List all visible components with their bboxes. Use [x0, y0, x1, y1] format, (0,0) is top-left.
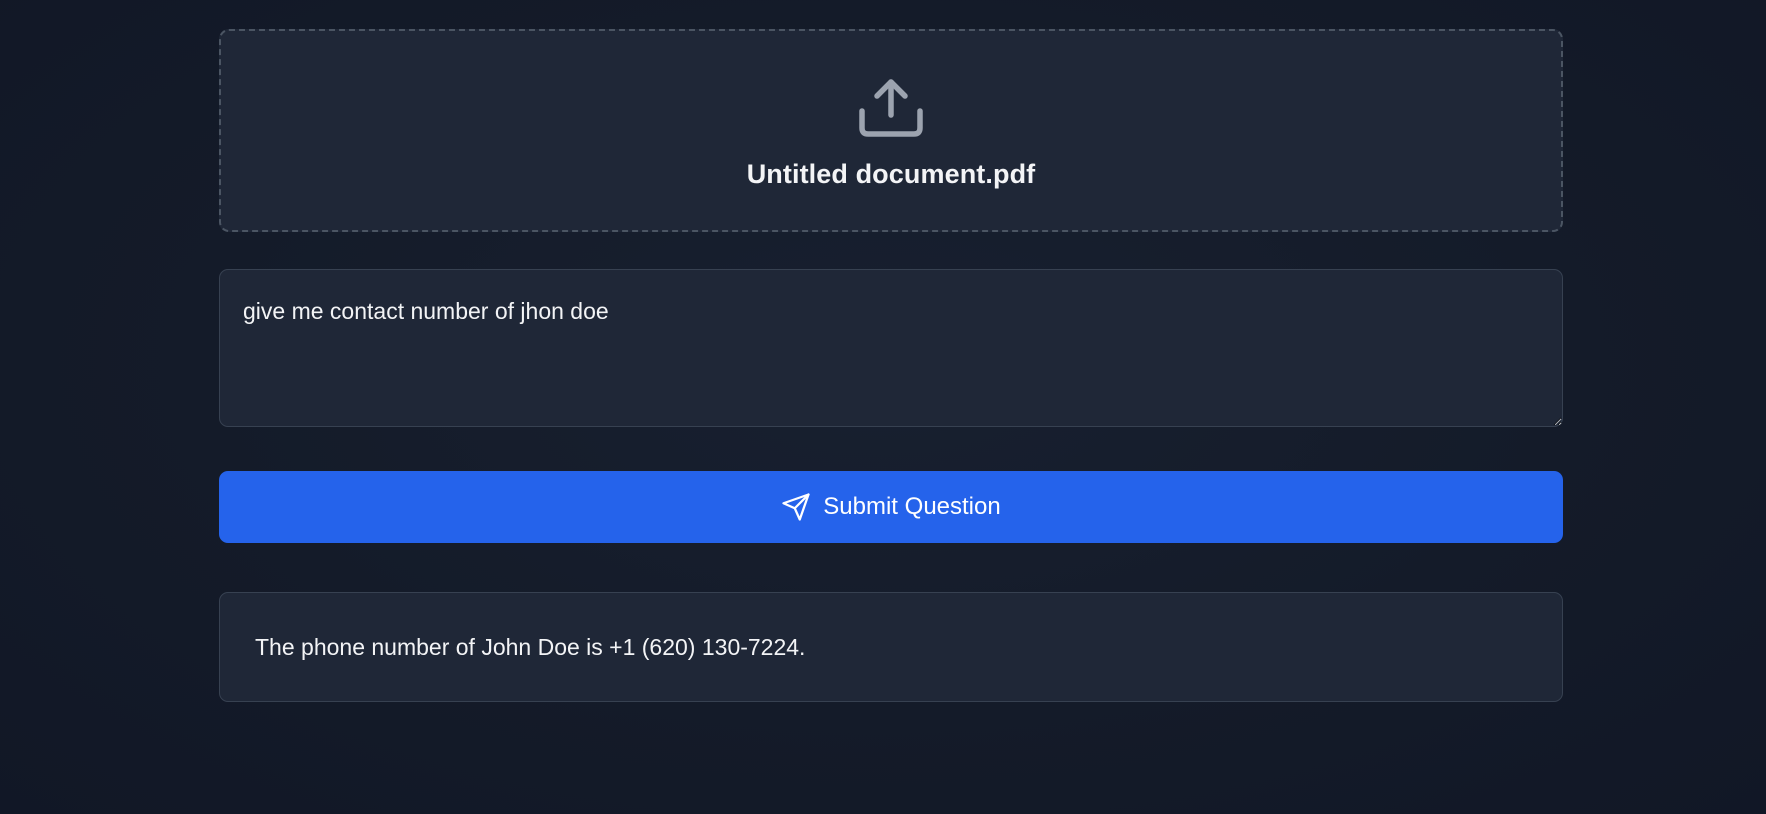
submit-button-label: Submit Question — [823, 493, 1001, 520]
answer-panel: The phone number of John Doe is +1 (620)… — [219, 592, 1563, 702]
file-upload-dropzone[interactable]: Untitled document.pdf — [219, 29, 1563, 232]
submit-question-button[interactable]: Submit Question — [219, 471, 1563, 543]
qa-form: Untitled document.pdf Submit Question Th… — [219, 29, 1563, 702]
question-input[interactable] — [219, 269, 1563, 427]
upload-icon — [859, 79, 923, 137]
uploaded-file-name: Untitled document.pdf — [746, 159, 1036, 189]
answer-text: The phone number of John Doe is +1 (620)… — [255, 633, 806, 660]
send-icon — [782, 493, 810, 521]
